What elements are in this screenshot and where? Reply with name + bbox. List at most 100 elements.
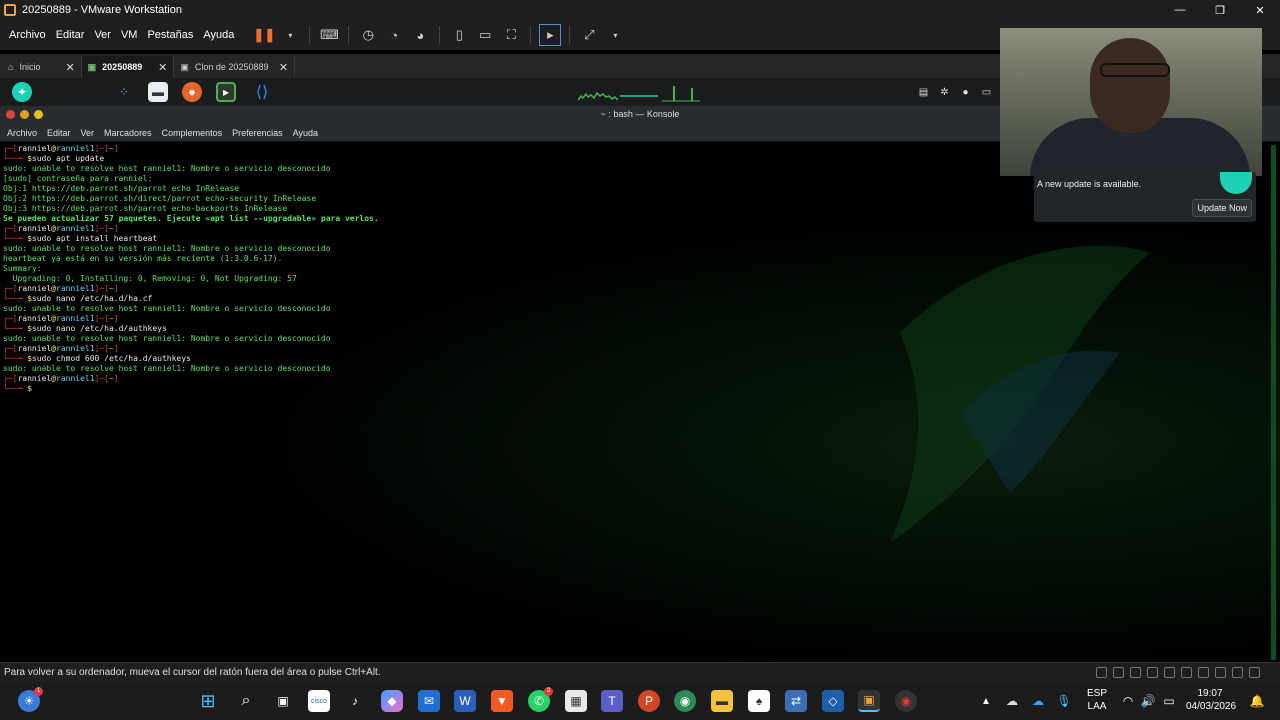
menu-editar[interactable]: Editar <box>51 29 90 41</box>
konsole-menu-archivo[interactable]: Archivo <box>2 128 42 138</box>
vmware-taskbar-icon[interactable]: ▣ <box>858 690 880 712</box>
output-text: [sudo] contraseña para ranniel: <box>3 174 153 183</box>
clock[interactable]: 19:07 04/03/2026 <box>1186 687 1236 713</box>
parrot-menu-icon[interactable]: ✦ <box>12 82 32 102</box>
task-view-icon[interactable]: ▣ <box>272 690 294 712</box>
network-adapter-icon[interactable] <box>1164 667 1175 678</box>
store-icon[interactable]: ▦ <box>565 690 587 712</box>
snapshot-icon[interactable]: ◷ <box>357 24 379 46</box>
cdrom-icon[interactable] <box>1130 667 1141 678</box>
terminal-line: [sudo] contraseña para ranniel: <box>3 174 379 184</box>
console-view-icon[interactable]: ▸ <box>539 24 562 46</box>
mail-icon[interactable]: ✉ <box>418 690 440 712</box>
minimize-icon[interactable]: — <box>1160 0 1200 20</box>
sound-icon[interactable] <box>1198 667 1209 678</box>
menu-vm[interactable]: VM <box>116 29 143 41</box>
menu-archivo[interactable]: Archivo <box>4 29 51 41</box>
battery-icon[interactable]: ▭ <box>1158 690 1180 712</box>
notifications-icon[interactable]: 🔔 <box>1246 690 1268 712</box>
cisco-icon[interactable]: cisco <box>308 690 330 712</box>
update-now-button[interactable]: Update Now <box>1192 199 1252 217</box>
chevron-down-icon[interactable]: ▾ <box>604 24 626 46</box>
konsole-menu-complementos[interactable]: Complementos <box>157 128 228 138</box>
close-tab-icon[interactable]: ✕ <box>158 61 167 74</box>
stretch-guest-icon[interactable]: ⤢ <box>578 24 600 46</box>
terminal-line: └──╼ $sudo apt update <box>3 154 379 164</box>
onedrive-blue-icon[interactable]: ☁ <box>1027 690 1049 712</box>
onedrive-icon[interactable]: ☁ <box>1001 690 1023 712</box>
copilot-icon[interactable]: ◆ <box>381 690 403 712</box>
prompt-user: ranniel <box>17 344 52 353</box>
library-view-icon[interactable]: ▯ <box>448 24 470 46</box>
hdd-icon[interactable] <box>1096 667 1107 678</box>
clipboard-icon[interactable]: ▤ <box>918 87 929 98</box>
revert-snapshot-icon[interactable]: ◔ <box>383 24 405 46</box>
close-icon[interactable]: ✕ <box>1240 0 1280 20</box>
output-text: sudo: unable to resolve host ranniel1: N… <box>3 244 331 253</box>
konsole-menu-ver[interactable]: Ver <box>76 128 100 138</box>
tab-clon[interactable]: ▣ Clon de 20250889 ✕ <box>174 56 296 78</box>
chevron-up-icon[interactable]: ▲ <box>975 690 997 712</box>
pause-icon[interactable]: ❚❚ <box>253 24 275 46</box>
tab-label: Clon de 20250889 <box>194 62 269 72</box>
display-icon[interactable]: ▭ <box>981 87 992 98</box>
snapshot-manager-icon[interactable]: ◕ <box>409 24 431 46</box>
vscode-icon[interactable]: ⟨⟩ <box>252 82 272 102</box>
microphone-icon[interactable]: 🎙 <box>1053 690 1075 712</box>
maximize-icon[interactable]: ❐ <box>1200 0 1240 20</box>
close-tab-icon[interactable]: ✕ <box>65 61 74 74</box>
chevron-down-icon[interactable]: ▾ <box>279 24 301 46</box>
teams-icon[interactable]: T <box>601 690 623 712</box>
record-icon[interactable]: ● <box>960 87 971 98</box>
file-explorer-icon[interactable]: ▬ <box>711 690 733 712</box>
virtualbox-icon[interactable]: ◇ <box>822 690 844 712</box>
terminal-scrollbar[interactable] <box>1271 145 1276 660</box>
display-icon[interactable] <box>1232 667 1243 678</box>
start-icon[interactable]: ⊞ <box>197 690 219 712</box>
prompt-bracket: ] <box>113 284 119 293</box>
tab-20250889[interactable]: ▣ 20250889 ✕ <box>81 56 175 78</box>
tiktok-icon[interactable]: ♪ <box>344 690 366 712</box>
widgets-icon[interactable]: ☀ 1 <box>18 687 43 712</box>
thumbnail-view-icon[interactable]: ▭ <box>474 24 496 46</box>
prompt-arrow: └──╼ <box>3 324 28 333</box>
konsole-menu-editar[interactable]: Editar <box>42 128 76 138</box>
send-keys-icon[interactable]: ⌨ <box>318 24 340 46</box>
whatsapp-icon[interactable]: ✆ 2 <box>528 687 553 712</box>
tab-inicio[interactable]: ⌂ Inicio ✕ <box>2 56 82 78</box>
network-icon[interactable]: ⁘ <box>114 82 134 102</box>
chrome-icon[interactable]: ◉ <box>674 690 696 712</box>
close-tab-icon[interactable]: ✕ <box>279 61 288 74</box>
solitaire-icon[interactable]: ♠ <box>748 690 770 712</box>
prompt-bracket: ] <box>113 144 119 153</box>
input-language[interactable]: ESP LAA <box>1084 687 1110 713</box>
recorder-icon[interactable]: ◉ <box>895 690 917 712</box>
message-log-icon[interactable] <box>1249 667 1260 678</box>
powerpoint-icon[interactable]: P <box>638 690 660 712</box>
konsole-menu-marcadores[interactable]: Marcadores <box>99 128 157 138</box>
firefox-icon[interactable]: ● <box>182 82 202 102</box>
parrot-logo-icon <box>1220 172 1252 194</box>
search-icon[interactable]: ⌕ <box>235 690 257 712</box>
settings-icon[interactable]: ✲ <box>939 87 950 98</box>
output-text: heartbeat ya está en su versión más reci… <box>3 254 283 263</box>
network-adapter-icon[interactable] <box>1147 667 1158 678</box>
word-icon[interactable]: W <box>454 690 476 712</box>
hdd-icon[interactable] <box>1113 667 1124 678</box>
file-manager-icon[interactable]: ▬ <box>148 82 168 102</box>
konsole-menu-preferencias[interactable]: Preferencias <box>227 128 288 138</box>
fullscreen-icon[interactable]: ⛶ <box>500 24 522 46</box>
wifi-icon[interactable]: ◠ <box>1117 690 1139 712</box>
printer-icon[interactable] <box>1215 667 1226 678</box>
menu-pestanas[interactable]: Pestañas <box>142 29 198 41</box>
konsole-menu-ayuda[interactable]: Ayuda <box>288 128 323 138</box>
prompt-arrow: └──╼ <box>3 384 28 393</box>
cpu-graph-icon <box>578 91 618 101</box>
menu-ayuda[interactable]: Ayuda <box>198 29 239 41</box>
remote-desktop-icon[interactable]: ⇄ <box>785 690 807 712</box>
usb-icon[interactable] <box>1181 667 1192 678</box>
brave-icon[interactable]: ▼ <box>491 690 513 712</box>
volume-icon[interactable]: 🔊 <box>1137 690 1159 712</box>
terminal-icon[interactable]: ▸ <box>216 82 236 102</box>
menu-ver[interactable]: Ver <box>89 29 116 41</box>
